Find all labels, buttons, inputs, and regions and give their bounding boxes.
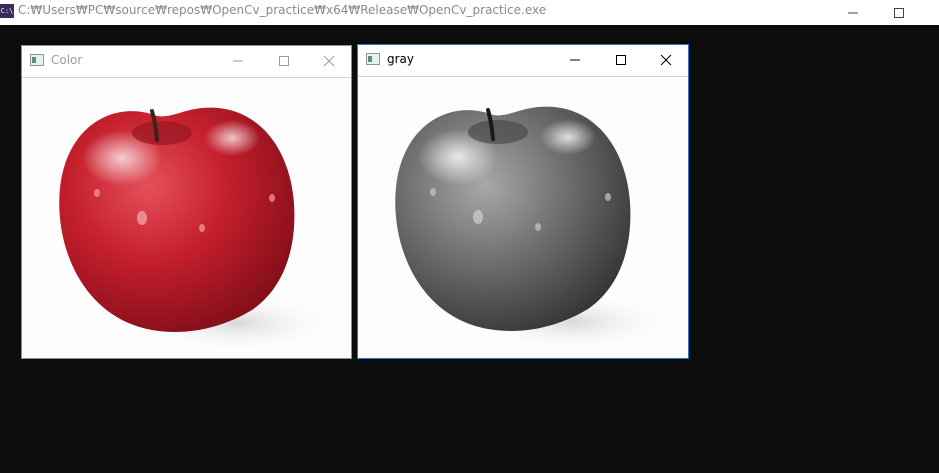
console-window-title: C:₩Users₩PC₩source₩repos₩OpenCv_practice… [18,3,547,17]
window-app-icon [30,54,44,66]
gray-close-button[interactable] [643,45,689,76]
maximize-icon [894,8,904,18]
minimize-icon [570,59,580,61]
minimize-icon [848,12,858,14]
gray-window[interactable]: gray [357,44,689,359]
gray-window-titlebar[interactable]: gray [358,45,688,76]
gray-window-title: gray [387,52,415,66]
color-window-title: Color [51,53,83,67]
color-window-titlebar[interactable]: Color [22,46,351,77]
window-app-icon [366,53,380,65]
console-titlebar[interactable]: C:\ C:₩Users₩PC₩source₩repos₩OpenCv_prac… [0,0,939,25]
color-minimize-button[interactable] [215,46,261,77]
minimize-icon [233,60,243,62]
maximize-icon [279,56,289,66]
color-image-area [22,77,351,358]
red-apple-image [59,107,337,353]
maximize-icon [616,55,626,65]
gray-minimize-button[interactable] [552,45,598,76]
color-close-button[interactable] [306,46,352,77]
color-maximize-button[interactable] [261,46,307,77]
close-icon [660,54,672,66]
console-minimize-button[interactable] [830,0,876,25]
console-maximize-button[interactable] [876,0,922,25]
grayscale-apple-image [395,106,673,352]
close-icon [323,55,335,67]
gray-image-area [358,76,688,358]
gray-maximize-button[interactable] [598,45,644,76]
console-app-icon: C:\ [0,4,14,18]
color-window[interactable]: Color [21,45,352,359]
